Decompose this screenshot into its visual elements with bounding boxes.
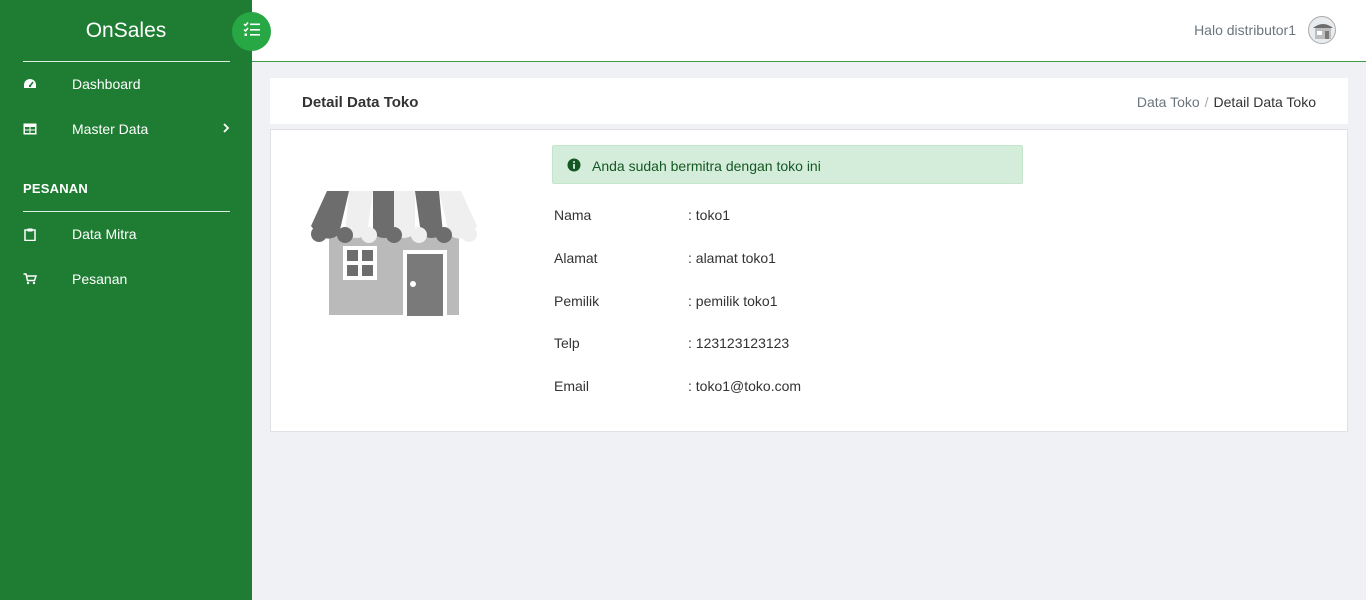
detail-value: : pemilik toko1 bbox=[688, 293, 778, 309]
detail-value: : toko1@toko.com bbox=[688, 378, 802, 394]
detail-value: : toko1 bbox=[688, 207, 731, 223]
breadcrumb-current: Detail Data Toko bbox=[1213, 94, 1316, 110]
breadcrumb-separator: / bbox=[1204, 94, 1209, 110]
detail-label: Alamat bbox=[554, 250, 598, 266]
partnership-alert: Anda sudah bermitra dengan toko ini bbox=[552, 145, 1023, 184]
detail-label: Pemilik bbox=[554, 293, 600, 309]
alert-text: Anda sudah bermitra dengan toko ini bbox=[592, 158, 821, 174]
chevron-right-icon bbox=[222, 121, 230, 137]
store-detail-card: Anda sudah bermitra dengan toko ini Nama… bbox=[270, 129, 1348, 432]
page-header: Detail Data Toko Data Toko / Detail Data T… bbox=[270, 78, 1348, 124]
sidebar-item-label: Dashboard bbox=[72, 76, 141, 92]
cart-icon bbox=[22, 271, 38, 287]
store-image bbox=[311, 190, 477, 316]
avatar[interactable] bbox=[1308, 16, 1336, 44]
list-check-icon bbox=[242, 21, 261, 42]
sidebar-item-label: Pesanan bbox=[72, 271, 128, 287]
brand-logo[interactable]: OnSales bbox=[0, 0, 252, 62]
detail-label: Email bbox=[554, 378, 590, 394]
sidebar-item-pesanan[interactable]: Pesanan bbox=[0, 259, 252, 299]
detail-value: : alamat toko1 bbox=[688, 250, 776, 266]
breadcrumb-link-data-toko[interactable]: Data Toko bbox=[1137, 94, 1200, 110]
sidebar-item-master-data[interactable]: Master Data bbox=[0, 109, 252, 149]
detail-value: : 123123123123 bbox=[688, 335, 790, 351]
detail-label: Nama bbox=[554, 207, 592, 223]
sidebar-item-data-mitra[interactable]: Data Mitra bbox=[0, 214, 252, 254]
sidebar: OnSales Dashboard Master Data PESANAN Da… bbox=[0, 0, 252, 600]
clipboard-icon bbox=[22, 226, 38, 242]
sidebar-item-label: Data Mitra bbox=[72, 226, 137, 242]
info-circle-icon bbox=[567, 158, 581, 172]
page-title: Detail Data Toko bbox=[302, 94, 419, 111]
table-icon bbox=[22, 121, 38, 137]
tachometer-icon bbox=[22, 76, 38, 92]
section-divider bbox=[23, 211, 230, 212]
sidebar-item-label: Master Data bbox=[72, 121, 149, 137]
sidebar-item-dashboard[interactable]: Dashboard bbox=[0, 64, 252, 104]
breadcrumb: Data Toko / Detail Data Toko bbox=[1137, 94, 1316, 110]
brand-divider bbox=[23, 61, 230, 62]
topbar: Halo distributor1 bbox=[252, 0, 1366, 62]
sidebar-section-title: PESANAN bbox=[23, 181, 88, 196]
user-greeting[interactable]: Halo distributor1 bbox=[1194, 22, 1296, 38]
detail-label: Telp bbox=[554, 335, 580, 351]
sidebar-toggle-button[interactable] bbox=[232, 12, 271, 51]
